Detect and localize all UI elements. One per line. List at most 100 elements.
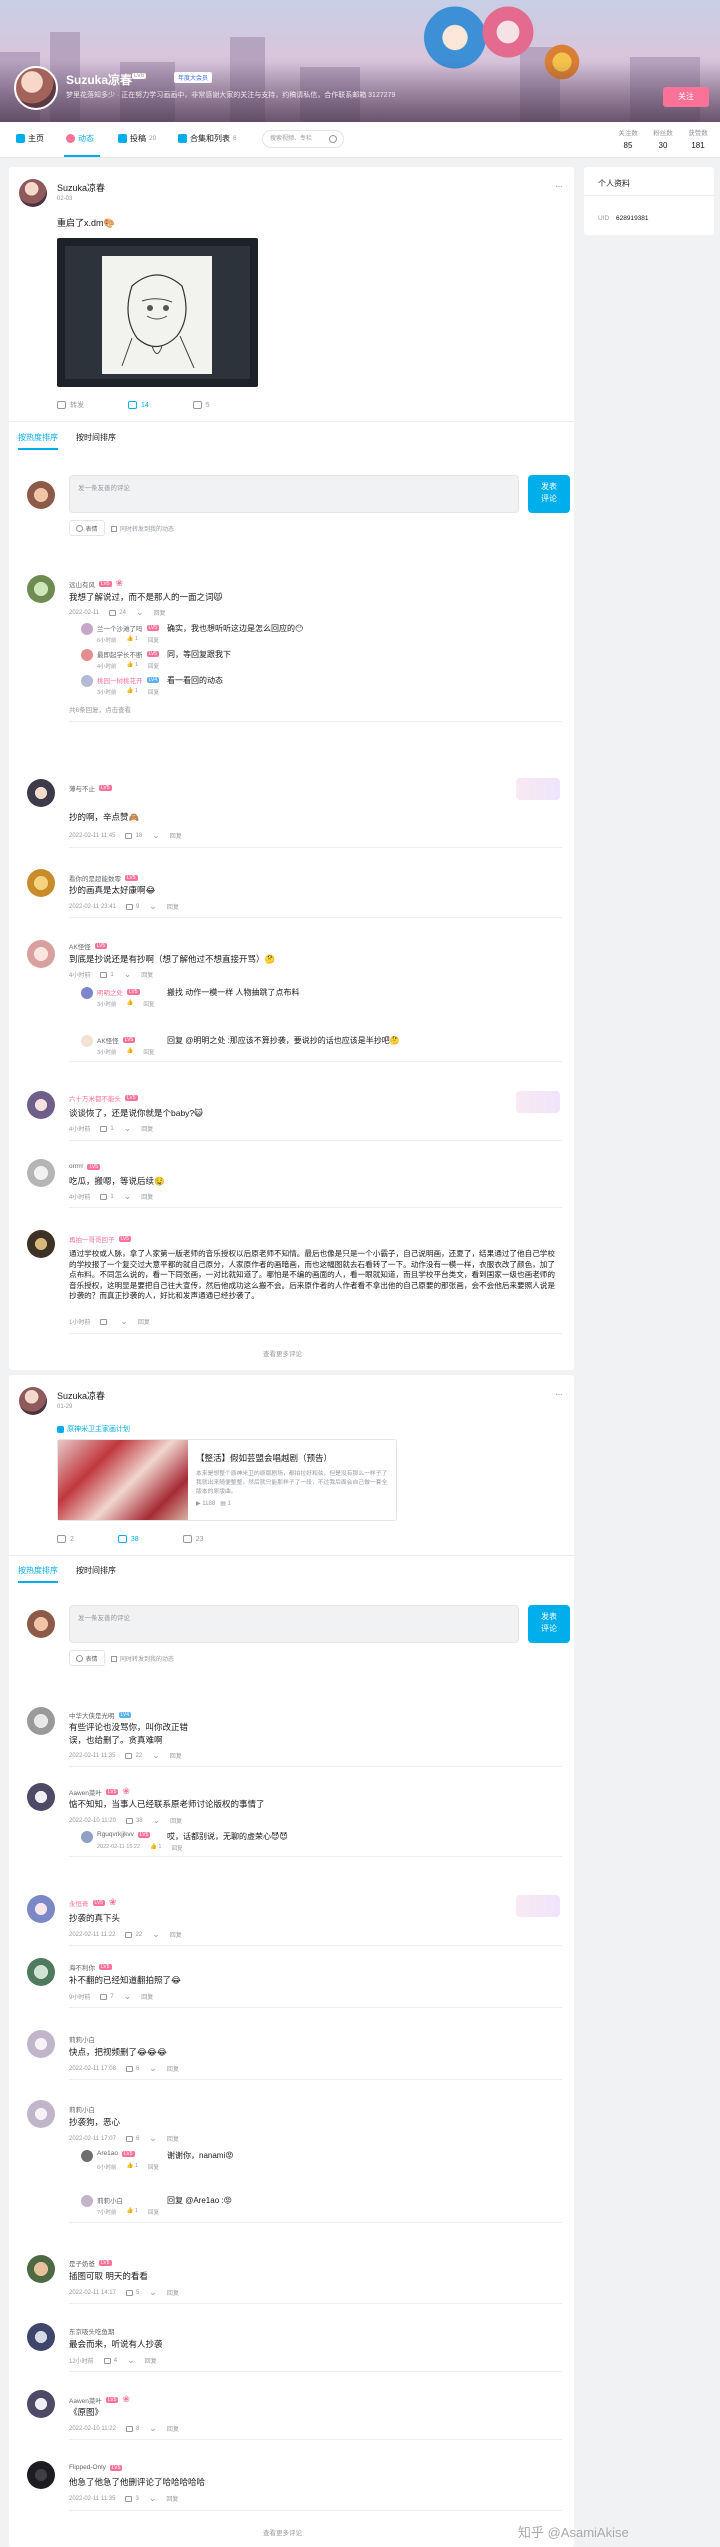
reply-button[interactable]: 回复 [141, 1192, 153, 1201]
reply-button[interactable]: 回复 [141, 1124, 153, 1133]
stat-followers[interactable]: 粉丝数 30 [645, 127, 681, 150]
dislike-icon[interactable]: ⌄ [149, 2493, 157, 2504]
like-button[interactable]: 24 [109, 609, 126, 616]
commenter-avatar[interactable] [27, 779, 55, 807]
reply-button[interactable]: 回复 [138, 1317, 150, 1326]
more-icon[interactable]: ··· [555, 181, 563, 192]
commenter-avatar[interactable] [27, 2255, 55, 2283]
dislike-icon[interactable]: ⌄ [149, 2133, 157, 2144]
comment-author[interactable]: 莉莉小白 [69, 2034, 95, 2044]
commenter-avatar[interactable] [27, 1895, 55, 1923]
reply-button[interactable]: 回复 [148, 2208, 159, 2216]
sort-new[interactable]: 按时间排序 [76, 432, 116, 450]
commenter-avatar[interactable] [27, 2030, 55, 2058]
reply-avatar[interactable] [81, 623, 93, 635]
comment-author[interactable]: Aawen菜叶 LV5 ❀ [69, 1786, 130, 1797]
comment-author[interactable]: Flipped-Only LV5 [69, 2464, 123, 2471]
reply-avatar[interactable] [81, 675, 93, 687]
reply-button[interactable]: 回复 [167, 902, 179, 911]
view-more-comments[interactable]: 查看更多评论 [263, 1348, 302, 1358]
submit-comment-button[interactable]: 发表 评论 [528, 475, 570, 513]
dislike-icon[interactable]: ⌄ [124, 969, 132, 980]
video-card[interactable]: 【整活】假如芸盟会唱越剧（预告） 本来是想整个原神米卫的原版剧场，都拍拉好和弦，… [57, 1439, 397, 1521]
like-button[interactable]: 5 [125, 2289, 139, 2296]
submit-comment-button[interactable]: 发表 评论 [528, 1605, 570, 1643]
dislike-icon[interactable]: ⌄ [124, 1191, 132, 1202]
commenter-avatar[interactable] [27, 2461, 55, 2489]
comment-author[interactable]: AK怪怪 LV5 [69, 941, 108, 951]
emoji-button[interactable]: 表情 [69, 1650, 105, 1666]
like-button[interactable]: 5 [192, 400, 210, 410]
like-button[interactable]: 22 [125, 1931, 142, 1938]
commenter-avatar[interactable] [27, 1091, 55, 1119]
reply-button[interactable]: 回复 [167, 2064, 179, 2073]
like-button[interactable]: 6 [125, 2135, 139, 2142]
search-icon[interactable] [329, 135, 337, 143]
tab-home[interactable]: 主页 [16, 133, 44, 144]
comment-author[interactable]: 海不利你 LV5 [69, 1962, 112, 1972]
reply-author[interactable]: 桃园一树桃花开 LV4 [97, 675, 160, 685]
reply-button[interactable]: 回复 [143, 1000, 154, 1008]
like-button[interactable]: 1 [100, 971, 114, 978]
reply-avatar[interactable] [81, 987, 93, 999]
comment-author[interactable]: 看你的是超能数零 LV5 [69, 873, 138, 883]
reply-button[interactable]: 回复 [167, 2288, 179, 2297]
view-more-comments[interactable]: 查看更多评论 [263, 2527, 302, 2537]
dislike-icon[interactable]: ⌄ [124, 1123, 132, 1134]
like-button[interactable]: 3 [125, 2495, 139, 2502]
reply-avatar[interactable] [81, 1035, 93, 1047]
reply-button[interactable]: 回复 [167, 2424, 179, 2433]
author-avatar[interactable] [19, 179, 47, 207]
dislike-icon[interactable]: ⌄ [149, 2423, 157, 2434]
topic-tag[interactable]: 原神米卫主家画计划 [57, 1424, 130, 1434]
reply-button[interactable]: 回复 [148, 2163, 159, 2171]
tab-uploads[interactable]: 投稿 20 [118, 133, 156, 144]
like-button[interactable]: 9 [125, 903, 139, 910]
forward-button[interactable]: 转发 [57, 400, 84, 410]
reply-author[interactable]: 莉莉小白 [97, 2195, 123, 2205]
comment-author[interactable]: 六十万米都不能头 LV5 [69, 1093, 138, 1103]
comment-author[interactable]: 中华大侠是光明 LV4 [69, 1710, 132, 1720]
commenter-avatar[interactable] [27, 575, 55, 603]
reply-author[interactable]: Are1ao LV5 [97, 2150, 135, 2157]
like-button[interactable]: 1 [100, 1193, 114, 1200]
dislike-icon[interactable]: ⌄ [152, 1929, 160, 1940]
reply-avatar[interactable] [81, 649, 93, 661]
like-button[interactable]: 6 [125, 2065, 139, 2072]
repost-checkbox[interactable]: 同时转发到我的动态 [111, 524, 174, 533]
dislike-icon[interactable]: ⌄ [149, 2063, 157, 2074]
comment-author[interactable]: 再拍一哥哥回子 LV5 [69, 1234, 132, 1244]
comment-author[interactable]: 是子奶爸 LV5 [69, 2258, 112, 2268]
reply-like[interactable]: 👍 1 [127, 662, 138, 670]
view-replies-link[interactable]: 共6条回复，点击查看 [69, 704, 131, 714]
reply-button[interactable]: 回复 [166, 2494, 178, 2503]
commenter-avatar[interactable] [27, 2323, 55, 2351]
commenter-avatar[interactable] [27, 1707, 55, 1735]
reply-like[interactable]: 👍 1 [127, 2163, 138, 2171]
sort-new[interactable]: 按时间排序 [76, 1565, 116, 1583]
reply-like[interactable]: 👍 1 [127, 2208, 138, 2216]
reply-author[interactable]: Rguqvrkjjkvv LV5 [97, 1831, 151, 1838]
commenter-avatar[interactable] [27, 1958, 55, 1986]
like-button[interactable]: 38 [125, 1817, 143, 1824]
comment-button[interactable]: 14 [128, 400, 149, 410]
author-avatar[interactable] [19, 1387, 47, 1415]
reply-button[interactable]: 回复 [170, 831, 182, 840]
reply-avatar[interactable] [81, 2195, 93, 2207]
reply-button[interactable]: 回复 [170, 1930, 182, 1939]
comment-author[interactable]: 薄与不止 LV5 [69, 783, 112, 793]
comment-author[interactable]: 永恒奇 LV5 ❀ [69, 1897, 117, 1908]
dislike-icon[interactable]: ⌄ [120, 1316, 128, 1327]
like-button[interactable]: 23 [182, 1535, 204, 1543]
stat-following[interactable]: 关注数 85 [610, 127, 646, 150]
reply-button[interactable]: 回复 [141, 1992, 153, 2001]
reply-like[interactable]: 👍 1 [127, 636, 138, 644]
dislike-icon[interactable]: ⌄ [127, 2355, 135, 2366]
commenter-avatar[interactable] [27, 2390, 55, 2418]
profile-avatar[interactable] [14, 66, 58, 110]
reply-author[interactable]: 最即起学长不断 LV5 [97, 649, 160, 659]
reply-author[interactable]: 明明之处 LV5 [97, 987, 140, 997]
comment-author[interactable]: 远山有风 LV5 ❀ [69, 578, 123, 589]
dislike-icon[interactable]: ⌄ [149, 901, 157, 912]
commenter-avatar[interactable] [27, 1159, 55, 1187]
